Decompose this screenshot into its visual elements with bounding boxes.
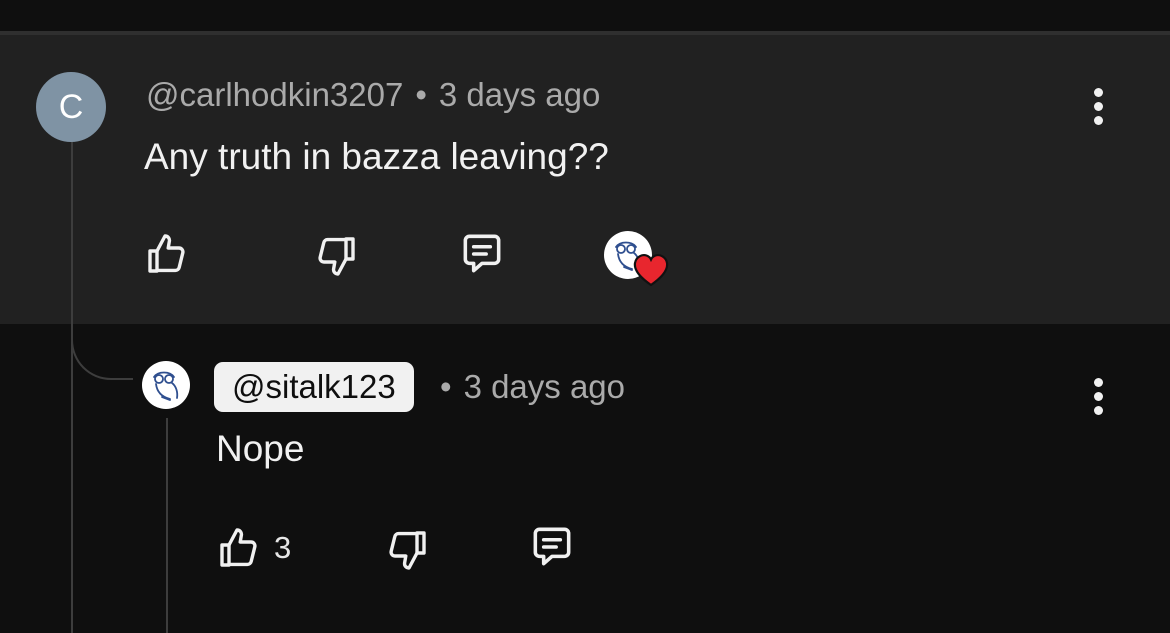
reply-author-chip[interactable]: @sitalk123 bbox=[214, 362, 414, 412]
reply-avatar[interactable] bbox=[142, 361, 190, 409]
comment-text: Any truth in bazza leaving?? bbox=[144, 136, 609, 177]
comment-meta: @carlhodkin3207 • 3 days ago bbox=[146, 76, 600, 114]
thumbs-up-icon bbox=[148, 234, 185, 273]
thumbs-up-icon bbox=[220, 528, 257, 567]
reply-icon bbox=[463, 234, 501, 273]
thread-line bbox=[71, 140, 73, 633]
avatar[interactable]: C bbox=[36, 72, 106, 142]
reply-time[interactable]: 3 days ago bbox=[464, 368, 625, 405]
dislike-button[interactable] bbox=[311, 232, 361, 280]
thread-connector bbox=[71, 322, 133, 380]
top-area bbox=[0, 0, 1170, 33]
comment-time[interactable]: 3 days ago bbox=[439, 76, 600, 113]
reply-text: Nope bbox=[216, 428, 305, 469]
reply-icon bbox=[533, 527, 571, 566]
comments-view: C @carlhodkin3207 • 3 days ago Any truth i… bbox=[0, 0, 1170, 633]
heart-icon bbox=[633, 254, 669, 287]
more-options-icon[interactable] bbox=[1093, 378, 1103, 418]
reply-thread-line bbox=[166, 418, 168, 633]
creator-heart-badge bbox=[632, 252, 670, 288]
thumbs-down-icon bbox=[318, 237, 355, 276]
reply-dislike-button[interactable] bbox=[382, 526, 432, 574]
thumbs-down-icon bbox=[389, 531, 426, 570]
reply-like-button[interactable]: 3 bbox=[214, 524, 291, 572]
avatar-letter: C bbox=[58, 87, 84, 126]
reply-reply-button[interactable] bbox=[526, 522, 578, 572]
like-button[interactable] bbox=[142, 230, 192, 278]
reply-meta: • 3 days ago bbox=[440, 368, 625, 406]
like-count: 3 bbox=[274, 530, 292, 565]
reply-button[interactable] bbox=[456, 229, 508, 279]
reply-author: @sitalk123 bbox=[232, 368, 396, 405]
comment-author[interactable]: @carlhodkin3207 bbox=[146, 76, 403, 113]
meta-separator: • bbox=[415, 76, 427, 113]
meta-separator: • bbox=[440, 368, 452, 405]
owl-logo-icon bbox=[153, 371, 179, 401]
more-options-icon[interactable] bbox=[1093, 88, 1103, 128]
